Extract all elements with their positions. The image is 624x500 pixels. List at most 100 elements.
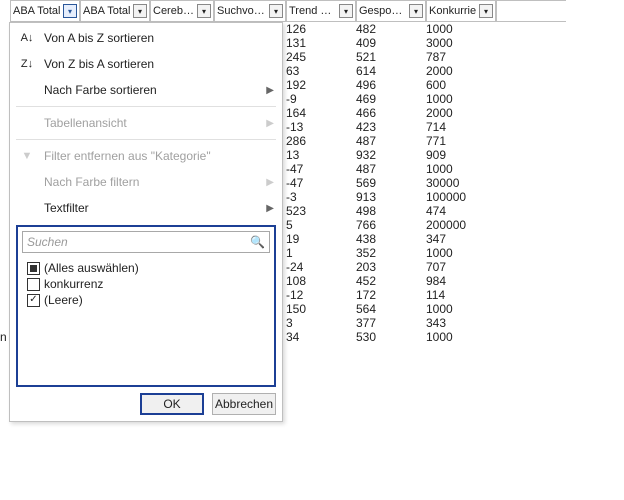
filter-dropdown-icon[interactable]: ▾: [479, 4, 493, 18]
table-cell[interactable]: [496, 134, 566, 148]
table-cell[interactable]: [496, 176, 566, 190]
table-cell[interactable]: 466: [356, 106, 426, 120]
table-cell[interactable]: [496, 22, 566, 36]
table-cell[interactable]: [496, 302, 566, 316]
table-cell[interactable]: 347: [426, 232, 496, 246]
table-cell[interactable]: 30000: [426, 176, 496, 190]
table-cell[interactable]: 1000: [426, 162, 496, 176]
sort-ascending-item[interactable]: A↓ Von A bis Z sortieren: [10, 25, 282, 51]
table-cell[interactable]: 714: [426, 120, 496, 134]
table-cell[interactable]: 452: [356, 274, 426, 288]
filter-dropdown-icon[interactable]: ▾: [339, 4, 353, 18]
table-cell[interactable]: 2000: [426, 64, 496, 78]
table-cell[interactable]: 108: [286, 274, 356, 288]
table-cell[interactable]: 474: [426, 204, 496, 218]
table-cell[interactable]: 150: [286, 302, 356, 316]
text-filter-item[interactable]: Textfilter ▶: [10, 195, 282, 221]
table-cell[interactable]: [496, 288, 566, 302]
table-cell[interactable]: 530: [356, 330, 426, 344]
table-cell[interactable]: -3: [286, 190, 356, 204]
table-cell[interactable]: 192: [286, 78, 356, 92]
table-cell[interactable]: [496, 78, 566, 92]
table-cell[interactable]: 200000: [426, 218, 496, 232]
table-cell[interactable]: 438: [356, 232, 426, 246]
ok-button[interactable]: OK: [140, 393, 204, 415]
filter-dropdown-icon[interactable]: ▾: [133, 4, 147, 18]
table-cell[interactable]: 766: [356, 218, 426, 232]
table-cell[interactable]: 1000: [426, 92, 496, 106]
table-cell[interactable]: 3000: [426, 36, 496, 50]
table-cell[interactable]: 487: [356, 134, 426, 148]
table-cell[interactable]: 523: [286, 204, 356, 218]
column-header[interactable]: ABA Total▾: [80, 0, 150, 22]
table-cell[interactable]: -47: [286, 176, 356, 190]
column-header[interactable]: Cerebro I▾: [150, 0, 214, 22]
table-cell[interactable]: [496, 218, 566, 232]
table-cell[interactable]: 245: [286, 50, 356, 64]
column-header[interactable]: Trend des▾: [286, 0, 356, 22]
table-cell[interactable]: 172: [356, 288, 426, 302]
table-cell[interactable]: 100000: [426, 190, 496, 204]
table-cell[interactable]: 343: [426, 316, 496, 330]
sort-descending-item[interactable]: Z↓ Von Z bis A sortieren: [10, 51, 282, 77]
table-cell[interactable]: 1000: [426, 302, 496, 316]
filter-option-konkurrenz[interactable]: konkurrenz: [23, 276, 269, 292]
table-cell[interactable]: 569: [356, 176, 426, 190]
table-cell[interactable]: [496, 260, 566, 274]
table-cell[interactable]: -47: [286, 162, 356, 176]
column-header[interactable]: ABA Total▾: [10, 0, 80, 22]
table-cell[interactable]: 498: [356, 204, 426, 218]
table-cell[interactable]: [496, 148, 566, 162]
table-cell[interactable]: 771: [426, 134, 496, 148]
table-cell[interactable]: 932: [356, 148, 426, 162]
table-cell[interactable]: [496, 204, 566, 218]
table-cell[interactable]: 984: [426, 274, 496, 288]
table-cell[interactable]: [496, 106, 566, 120]
table-cell[interactable]: 63: [286, 64, 356, 78]
table-cell[interactable]: 409: [356, 36, 426, 50]
table-cell[interactable]: 1000: [426, 246, 496, 260]
table-cell[interactable]: [496, 162, 566, 176]
table-cell[interactable]: [496, 330, 566, 344]
cancel-button[interactable]: Abbrechen: [212, 393, 276, 415]
table-cell[interactable]: 352: [356, 246, 426, 260]
filter-search-input[interactable]: Suchen 🔍: [22, 231, 270, 253]
filter-dropdown-icon[interactable]: ▾: [197, 4, 211, 18]
filter-dropdown-icon[interactable]: ▾: [409, 4, 423, 18]
table-cell[interactable]: 377: [356, 316, 426, 330]
table-cell[interactable]: -9: [286, 92, 356, 106]
table-cell[interactable]: 423: [356, 120, 426, 134]
column-header[interactable]: Konkurrie▾: [426, 0, 496, 22]
table-cell[interactable]: 1: [286, 246, 356, 260]
table-cell[interactable]: [496, 316, 566, 330]
table-cell[interactable]: -12: [286, 288, 356, 302]
table-cell[interactable]: [496, 246, 566, 260]
table-cell[interactable]: 286: [286, 134, 356, 148]
table-cell[interactable]: 564: [356, 302, 426, 316]
table-cell[interactable]: 614: [356, 64, 426, 78]
table-cell[interactable]: 521: [356, 50, 426, 64]
table-cell[interactable]: 3: [286, 316, 356, 330]
table-cell[interactable]: [496, 232, 566, 246]
table-cell[interactable]: 126: [286, 22, 356, 36]
table-cell[interactable]: 469: [356, 92, 426, 106]
table-cell[interactable]: 913: [356, 190, 426, 204]
table-cell[interactable]: [496, 50, 566, 64]
table-cell[interactable]: 34: [286, 330, 356, 344]
table-cell[interactable]: 13: [286, 148, 356, 162]
table-cell[interactable]: 487: [356, 162, 426, 176]
table-cell[interactable]: 164: [286, 106, 356, 120]
table-cell[interactable]: 600: [426, 78, 496, 92]
table-cell[interactable]: [496, 120, 566, 134]
table-cell[interactable]: [496, 274, 566, 288]
table-cell[interactable]: -24: [286, 260, 356, 274]
table-cell[interactable]: 131: [286, 36, 356, 50]
filter-option-leere[interactable]: (Leere): [23, 292, 269, 308]
table-cell[interactable]: 482: [356, 22, 426, 36]
table-cell[interactable]: 909: [426, 148, 496, 162]
table-cell[interactable]: -13: [286, 120, 356, 134]
table-cell[interactable]: 203: [356, 260, 426, 274]
column-header[interactable]: Gesponse▾: [356, 0, 426, 22]
filter-dropdown-icon[interactable]: ▾: [63, 4, 77, 18]
table-cell[interactable]: 496: [356, 78, 426, 92]
